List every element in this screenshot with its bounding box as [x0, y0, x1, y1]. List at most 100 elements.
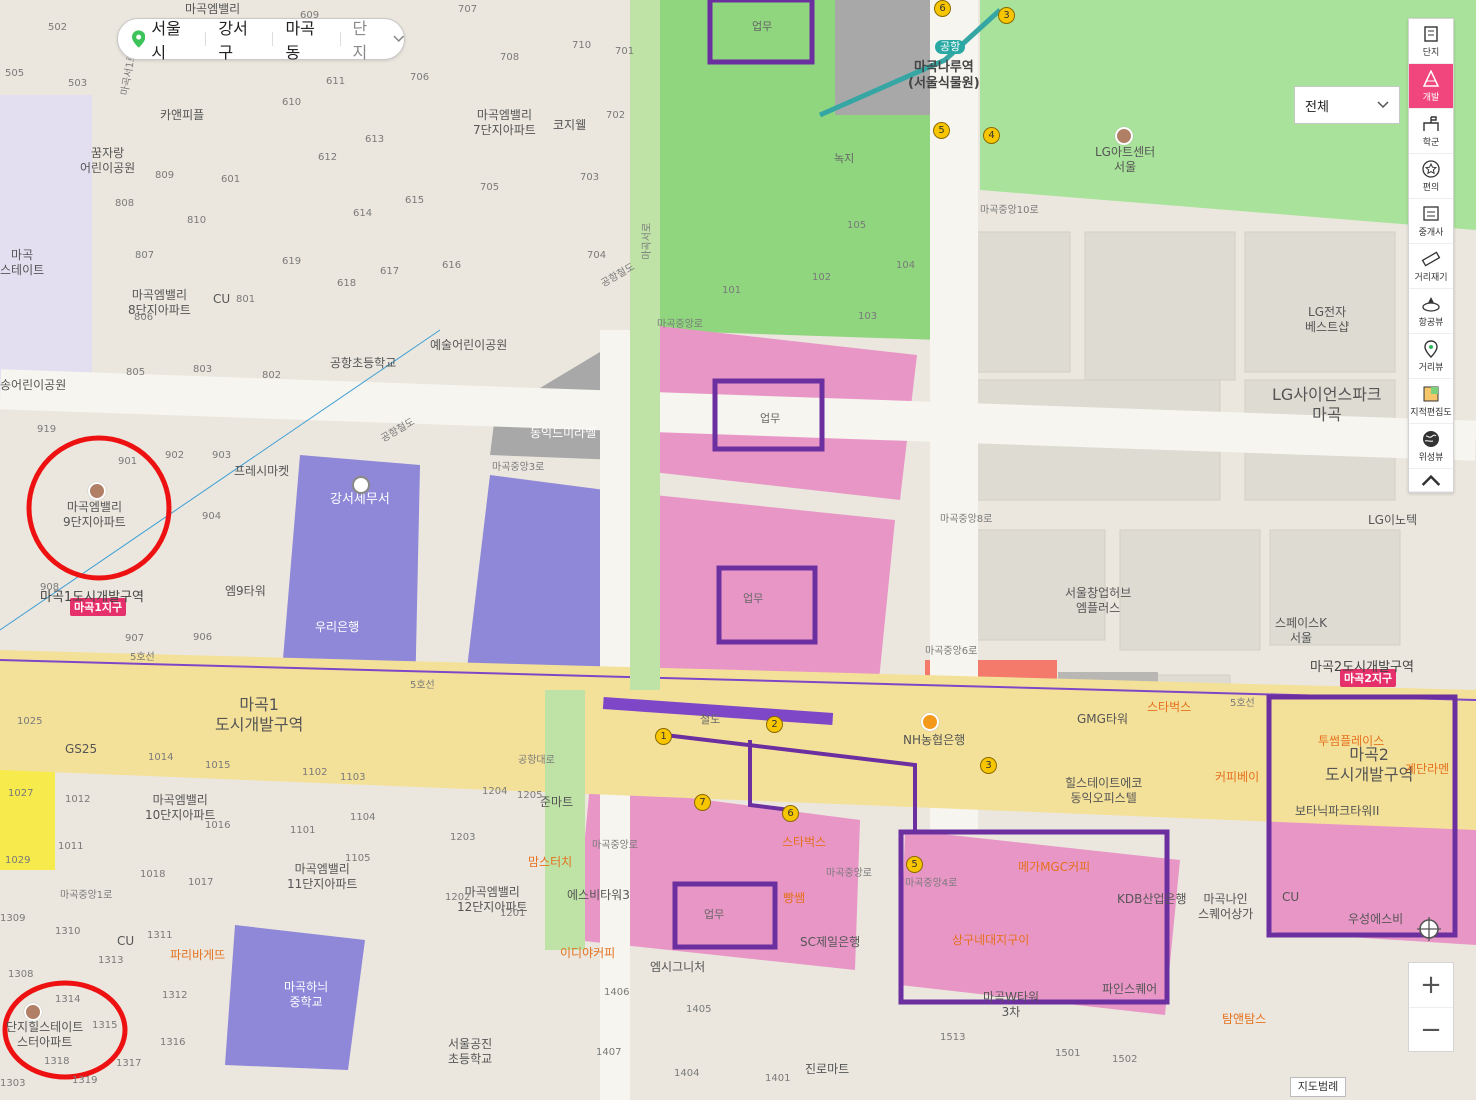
place-label[interactable]: 예술어린이공원	[430, 338, 507, 353]
location-breadcrumb[interactable]: 서울시 강서구 마곡동 단지	[117, 15, 405, 63]
place-label[interactable]: GS25	[65, 742, 97, 757]
place-label[interactable]: 송어린이공원	[0, 378, 66, 393]
place-label[interactable]: 힐스테이트에코 동익오피스텔	[1065, 776, 1142, 806]
map-canvas[interactable]: 업무 업무 업무 업무 마곡1 도시개발구역 마곡2 도시개발구역 LG사이언스…	[0, 0, 1476, 1100]
place-label[interactable]: LG아트센터 서울	[1095, 145, 1155, 175]
place-label[interactable]: 빵쌤	[783, 891, 805, 906]
place-label[interactable]: 계단라멘	[1405, 762, 1449, 777]
station-exit-marker[interactable]: 6	[934, 0, 951, 17]
station-exit-marker[interactable]: 4	[983, 127, 1000, 144]
zoom-in-button[interactable]: +	[1409, 963, 1453, 1008]
tool-agent[interactable]: 중개사	[1409, 199, 1453, 244]
place-label[interactable]: 스타벅스	[782, 835, 826, 850]
tool-satellite[interactable]: 위성뷰	[1409, 424, 1453, 469]
tool-street[interactable]: 거리뷰	[1409, 334, 1453, 379]
government-icon[interactable]	[352, 476, 370, 494]
tool-aerial[interactable]: 항공뷰	[1409, 289, 1453, 334]
place-label[interactable]: 카앤피플	[160, 108, 204, 123]
zone-label[interactable]: 업무	[752, 20, 772, 34]
place-label[interactable]: 메가MGC커피	[1018, 860, 1090, 875]
station-exit-marker[interactable]: 1	[655, 728, 672, 745]
station-exit-marker[interactable]: 2	[766, 716, 783, 733]
station-exit-marker[interactable]: 7	[694, 794, 711, 811]
building-number: 1310	[55, 926, 81, 937]
place-label[interactable]: 우성에스비	[1348, 912, 1403, 927]
place-label[interactable]: 프레시마켓	[234, 464, 289, 479]
place-label[interactable]: KDB산업은행	[1117, 892, 1187, 907]
place-label[interactable]: 보타닉파크타워II	[1295, 804, 1379, 819]
zoom-out-button[interactable]: −	[1409, 1008, 1453, 1052]
place-label[interactable]: LG사이언스파크 마곡	[1272, 385, 1382, 425]
place-label[interactable]: 투썸플레이스	[1318, 734, 1384, 749]
place-label[interactable]: 마곡W타워 3차	[983, 990, 1039, 1020]
place-label[interactable]: NH농협은행	[903, 733, 965, 748]
breadcrumb-type[interactable]: 단지	[340, 15, 392, 63]
map-legend-button[interactable]: 지도범례	[1290, 1077, 1346, 1097]
place-label[interactable]: 에스비타워3	[567, 888, 630, 903]
station-exit-marker[interactable]: 5	[906, 856, 923, 873]
zone-label[interactable]: 업무	[743, 592, 763, 606]
place-label[interactable]: 동익드미라벨	[530, 426, 596, 441]
place-label[interactable]: 우리은행	[315, 620, 359, 635]
place-label[interactable]: 꿈자랑 어린이공원	[80, 146, 135, 176]
station-label[interactable]: 마곡나루역 (서울식물원)	[908, 60, 980, 93]
place-label[interactable]: 맘스터치	[528, 855, 572, 870]
tool-complex[interactable]: 단지	[1409, 19, 1453, 64]
place-label[interactable]: 상구네대지구이	[952, 933, 1029, 948]
place-label[interactable]: 파리바게뜨	[170, 948, 225, 963]
breadcrumb-district[interactable]: 강서구	[206, 15, 272, 63]
development-filter-select[interactable]: 전체	[1294, 86, 1400, 124]
building-number: 1204	[482, 786, 508, 797]
place-label[interactable]: CU	[213, 292, 230, 307]
place-label[interactable]: 파인스퀘어	[1102, 982, 1157, 997]
place-label[interactable]: 준마트	[540, 795, 573, 810]
apartment-label[interactable]: 마곡엠밸리 10단지아파트	[145, 793, 215, 823]
place-label[interactable]: 단지힐스테이트 스터아파트	[6, 1020, 83, 1050]
station-exit-marker[interactable]: 6	[782, 805, 799, 822]
tool-school[interactable]: 학군	[1409, 109, 1453, 154]
bank-icon[interactable]	[921, 713, 939, 731]
place-label[interactable]: 스타벅스	[1147, 700, 1191, 715]
line-label: 5호선	[1230, 698, 1255, 709]
breadcrumb-dong[interactable]: 마곡동	[273, 15, 339, 63]
place-label[interactable]: 엠시그니처	[650, 960, 705, 975]
place-label[interactable]: 공항초등학교	[330, 356, 396, 371]
place-label[interactable]: LG이노텍	[1368, 513, 1417, 528]
apartment-label[interactable]: 마곡엠밸리 11단지아파트	[287, 862, 357, 892]
apartment-pin-icon[interactable]	[88, 482, 106, 500]
zone-label[interactable]: 업무	[760, 412, 780, 426]
place-label[interactable]: 서울창업허브 엠플러스	[1065, 586, 1131, 616]
place-label[interactable]: 서울공진 초등학교	[448, 1037, 492, 1067]
theater-icon[interactable]	[1115, 127, 1133, 145]
place-label[interactable]: 엠9타워	[225, 584, 266, 599]
place-label[interactable]: CU	[117, 934, 134, 949]
place-label[interactable]: GMG타워	[1077, 712, 1128, 727]
place-label[interactable]: SC제일은행	[800, 935, 860, 950]
apartment-pin-icon[interactable]	[24, 1003, 42, 1021]
place-label[interactable]: 탐앤탐스	[1222, 1012, 1266, 1027]
tool-ruler[interactable]: 거리재기	[1409, 244, 1453, 289]
place-label[interactable]: 마곡하늬 중학교	[284, 980, 328, 1010]
place-label[interactable]: LG전자 베스트샵	[1305, 305, 1349, 335]
my-location-button[interactable]	[1414, 914, 1444, 944]
place-label[interactable]: 스페이스K 서울	[1275, 616, 1327, 646]
place-label[interactable]: 진로마트	[805, 1062, 849, 1077]
place-label[interactable]: 이디야커피	[560, 946, 615, 961]
breadcrumb-city[interactable]: 서울시	[145, 15, 205, 63]
tool-cadastral[interactable]: 지적편집도	[1409, 379, 1453, 424]
toolbar-collapse-button[interactable]	[1409, 469, 1453, 492]
place-label[interactable]: 마곡나인 스퀘어상가	[1198, 892, 1253, 922]
place-label[interactable]: 마곡 스테이트	[0, 248, 44, 278]
apartment-label[interactable]: 마곡엠밸리 9단지아파트	[63, 500, 126, 530]
station-exit-marker[interactable]: 3	[980, 757, 997, 774]
place-label[interactable]: 강서세무서	[330, 492, 390, 508]
apartment-label[interactable]: 마곡엠밸리 7단지아파트	[473, 108, 536, 138]
place-label[interactable]: CU	[1282, 890, 1299, 905]
place-label[interactable]: 커피베이	[1215, 770, 1259, 785]
tool-amenity[interactable]: 편의	[1409, 154, 1453, 199]
place-label[interactable]: 코지웰	[553, 118, 586, 133]
tool-development[interactable]: 개발	[1409, 64, 1453, 109]
station-exit-marker[interactable]: 3	[998, 7, 1015, 24]
station-exit-marker[interactable]: 5	[933, 122, 950, 139]
zone-label[interactable]: 업무	[704, 908, 724, 922]
